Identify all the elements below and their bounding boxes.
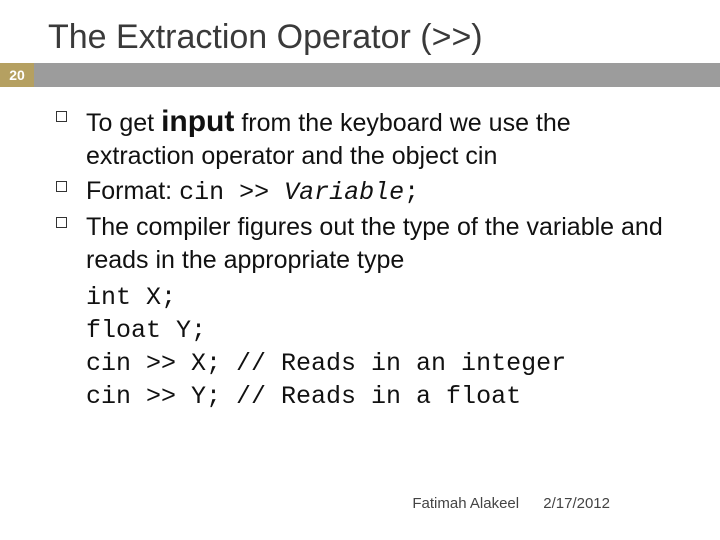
square-bullet-icon [56,111,67,122]
slide-number-badge: 20 [0,63,34,87]
slide: The Extraction Operator (>>) 20 To get i… [0,0,720,540]
code-line: cin >> X; // Reads in an integer [86,349,566,378]
square-bullet-icon [56,181,67,192]
bullet-item: Format: cin >> Variable; [56,175,680,209]
bullet-list: To get input from the keyboard we use th… [56,105,680,277]
code-inline: ; [404,178,419,207]
emphasized-word: input [161,105,234,138]
bullet-item: To get input from the keyboard we use th… [56,105,680,173]
bullet-item: The compiler figures out the type of the… [56,211,680,277]
code-line: float Y; [86,316,206,345]
footer-author: Fatimah Alakeel [412,495,519,512]
header-band: 20 [0,63,720,87]
code-line: cin >> Y; // Reads in a float [86,382,521,411]
slide-body: To get input from the keyboard we use th… [0,87,720,413]
code-inline: cin >> [179,178,284,207]
bullet-text: The compiler figures out the type of the… [86,213,663,274]
bullet-text: Format: [86,177,179,205]
square-bullet-icon [56,217,67,228]
bullet-text: To get [86,109,161,137]
code-inline-variable: Variable [284,178,404,207]
footer-date: 2/17/2012 [543,495,610,512]
code-block: int X; float Y; cin >> X; // Reads in an… [56,281,680,413]
slide-title: The Extraction Operator (>>) [0,0,720,63]
slide-footer: Fatimah Alakeel 2/17/2012 [412,495,610,512]
code-line: int X; [86,283,176,312]
